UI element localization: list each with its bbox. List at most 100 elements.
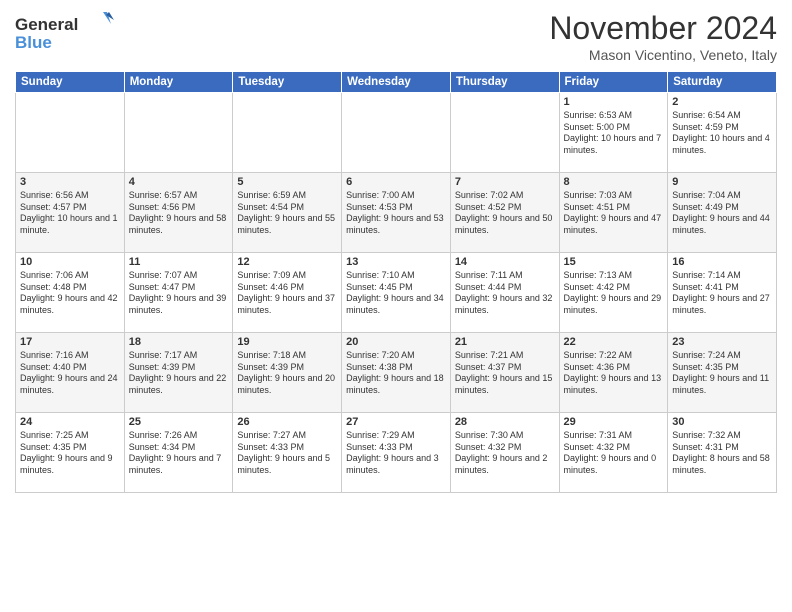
day-number: 15 [564, 256, 664, 268]
col-sunday: Sunday [16, 72, 125, 93]
calendar-cell: 21Sunrise: 7:21 AMSunset: 4:37 PMDayligh… [450, 333, 559, 413]
day-info: Sunrise: 7:24 AM [672, 350, 772, 362]
page: General Blue November 2024 Mason Vicenti… [0, 0, 792, 612]
day-number: 4 [129, 176, 229, 188]
svg-text:Blue: Blue [15, 33, 52, 52]
calendar-cell: 27Sunrise: 7:29 AMSunset: 4:33 PMDayligh… [342, 413, 451, 493]
day-number: 9 [672, 176, 772, 188]
day-info: Daylight: 9 hours and 3 minutes. [346, 453, 446, 476]
month-title: November 2024 [549, 10, 777, 47]
calendar-cell: 5Sunrise: 6:59 AMSunset: 4:54 PMDaylight… [233, 173, 342, 253]
calendar-header-row: Sunday Monday Tuesday Wednesday Thursday… [16, 72, 777, 93]
day-info: Daylight: 9 hours and 55 minutes. [237, 213, 337, 236]
calendar-cell: 12Sunrise: 7:09 AMSunset: 4:46 PMDayligh… [233, 253, 342, 333]
day-info: Sunrise: 6:56 AM [20, 190, 120, 202]
day-info: Sunset: 4:52 PM [455, 202, 555, 214]
day-info: Daylight: 9 hours and 39 minutes. [129, 293, 229, 316]
day-number: 1 [564, 96, 664, 108]
day-number: 29 [564, 416, 664, 428]
day-info: Daylight: 9 hours and 0 minutes. [564, 453, 664, 476]
day-number: 14 [455, 256, 555, 268]
day-info: Sunset: 4:35 PM [20, 442, 120, 454]
day-info: Sunrise: 7:26 AM [129, 430, 229, 442]
day-info: Sunset: 4:56 PM [129, 202, 229, 214]
day-info: Sunset: 4:42 PM [564, 282, 664, 294]
day-info: Sunset: 4:39 PM [129, 362, 229, 374]
day-info: Daylight: 9 hours and 29 minutes. [564, 293, 664, 316]
day-info: Sunset: 4:44 PM [455, 282, 555, 294]
title-area: November 2024 Mason Vicentino, Veneto, I… [549, 10, 777, 63]
day-info: Sunset: 4:33 PM [346, 442, 446, 454]
calendar-cell: 30Sunrise: 7:32 AMSunset: 4:31 PMDayligh… [668, 413, 777, 493]
day-info: Sunset: 4:47 PM [129, 282, 229, 294]
day-info: Daylight: 9 hours and 58 minutes. [129, 213, 229, 236]
calendar-cell: 4Sunrise: 6:57 AMSunset: 4:56 PMDaylight… [124, 173, 233, 253]
calendar-cell: 10Sunrise: 7:06 AMSunset: 4:48 PMDayligh… [16, 253, 125, 333]
day-info: Daylight: 9 hours and 50 minutes. [455, 213, 555, 236]
day-number: 23 [672, 336, 772, 348]
day-info: Sunrise: 7:00 AM [346, 190, 446, 202]
day-info: Sunrise: 7:27 AM [237, 430, 337, 442]
day-number: 22 [564, 336, 664, 348]
calendar-cell: 3Sunrise: 6:56 AMSunset: 4:57 PMDaylight… [16, 173, 125, 253]
calendar-cell: 20Sunrise: 7:20 AMSunset: 4:38 PMDayligh… [342, 333, 451, 413]
calendar-cell: 15 Sunrise: 7:13 AMSunset: 4:42 PMDayligh… [559, 253, 668, 333]
day-number: 19 [237, 336, 337, 348]
day-info: Daylight: 9 hours and 34 minutes. [346, 293, 446, 316]
day-info: Sunset: 4:48 PM [20, 282, 120, 294]
day-number: 26 [237, 416, 337, 428]
col-friday: Friday [559, 72, 668, 93]
day-number: 10 [20, 256, 120, 268]
day-info: Daylight: 9 hours and 15 minutes. [455, 373, 555, 396]
day-number: 16 [672, 256, 772, 268]
day-info: Sunrise: 6:53 AM [564, 110, 664, 122]
subtitle: Mason Vicentino, Veneto, Italy [549, 47, 777, 63]
day-info: Sunrise: 7:03 AM [564, 190, 664, 202]
day-info: Sunset: 4:37 PM [455, 362, 555, 374]
col-saturday: Saturday [668, 72, 777, 93]
day-info: Sunrise: 6:54 AM [672, 110, 772, 122]
day-info: Sunset: 4:39 PM [237, 362, 337, 374]
day-info: Daylight: 10 hours and 1 minute. [20, 213, 120, 236]
day-info: Sunrise: 7:22 AM [564, 350, 664, 362]
day-info: Sunrise: 7:18 AM [237, 350, 337, 362]
day-info: Sunset: 4:45 PM [346, 282, 446, 294]
calendar-cell: 13 Sunrise: 7:10 AMSunset: 4:45 PMDayligh… [342, 253, 451, 333]
calendar-cell: 23Sunrise: 7:24 AMSunset: 4:35 PMDayligh… [668, 333, 777, 413]
day-info: Sunrise: 7:10 AM [346, 270, 446, 282]
calendar-cell: 24Sunrise: 7:25 AMSunset: 4:35 PMDayligh… [16, 413, 125, 493]
day-number: 11 [129, 256, 229, 268]
day-number: 25 [129, 416, 229, 428]
day-info: Sunset: 4:32 PM [455, 442, 555, 454]
day-number: 18 [129, 336, 229, 348]
day-info: Sunrise: 7:21 AM [455, 350, 555, 362]
day-info: Sunset: 4:40 PM [20, 362, 120, 374]
calendar-cell: 18Sunrise: 7:17 AMSunset: 4:39 PMDayligh… [124, 333, 233, 413]
day-info: Daylight: 9 hours and 42 minutes. [20, 293, 120, 316]
calendar-cell [124, 93, 233, 173]
calendar-week-4: 24Sunrise: 7:25 AMSunset: 4:35 PMDayligh… [16, 413, 777, 493]
day-info: Sunrise: 7:29 AM [346, 430, 446, 442]
day-info: Sunset: 4:41 PM [672, 282, 772, 294]
calendar-week-0: 1Sunrise: 6:53 AMSunset: 5:00 PMDaylight… [16, 93, 777, 173]
day-number: 2 [672, 96, 772, 108]
day-number: 13 [346, 256, 446, 268]
day-info: Daylight: 9 hours and 20 minutes. [237, 373, 337, 396]
day-info: Sunset: 4:54 PM [237, 202, 337, 214]
day-info: Sunrise: 7:31 AM [564, 430, 664, 442]
day-info: Sunset: 4:36 PM [564, 362, 664, 374]
day-info: Sunrise: 7:16 AM [20, 350, 120, 362]
day-info: Sunset: 4:32 PM [564, 442, 664, 454]
svg-text:General: General [15, 15, 78, 34]
day-info: Sunrise: 7:13 AM [564, 270, 664, 282]
day-info: Daylight: 9 hours and 22 minutes. [129, 373, 229, 396]
calendar-cell [450, 93, 559, 173]
day-info: Sunset: 4:53 PM [346, 202, 446, 214]
day-info: Sunrise: 7:20 AM [346, 350, 446, 362]
day-info: Sunset: 4:38 PM [346, 362, 446, 374]
calendar-cell: 7Sunrise: 7:02 AMSunset: 4:52 PMDaylight… [450, 173, 559, 253]
day-info: Sunset: 4:59 PM [672, 122, 772, 134]
calendar-cell: 17Sunrise: 7:16 AMSunset: 4:40 PMDayligh… [16, 333, 125, 413]
day-number: 30 [672, 416, 772, 428]
col-thursday: Thursday [450, 72, 559, 93]
